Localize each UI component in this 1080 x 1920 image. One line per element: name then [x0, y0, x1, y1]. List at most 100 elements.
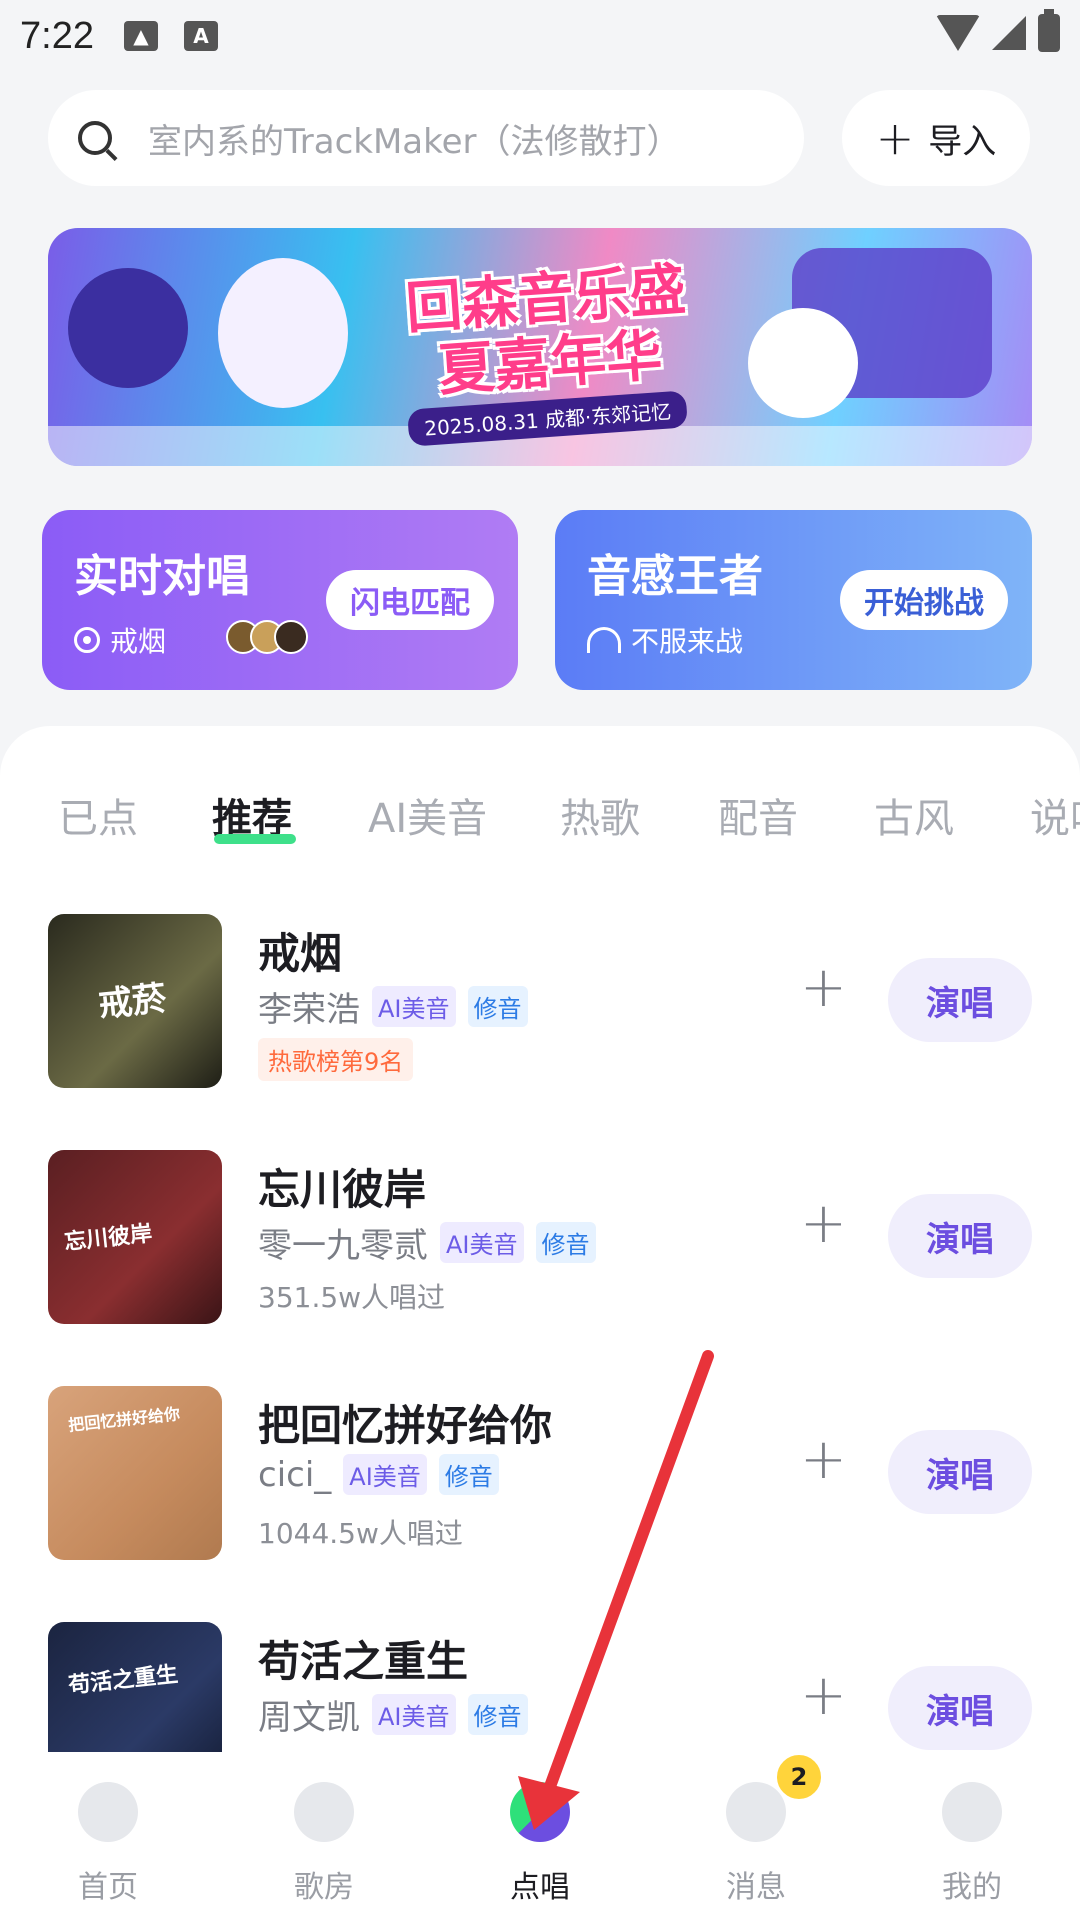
- duet-card-subtitle: 戒烟: [74, 620, 166, 660]
- pitch-fix-tag: 修音: [535, 1222, 596, 1263]
- song-meta: 周文凯 AI美音 修音: [258, 1690, 528, 1739]
- nav-label: 歌房: [294, 1870, 354, 1905]
- ai-voice-tag: AI美音: [372, 986, 456, 1027]
- sing-button[interactable]: 演唱: [888, 1666, 1032, 1750]
- unread-badge: 2: [774, 1752, 824, 1802]
- pitch-fix-tag: 修音: [467, 986, 528, 1027]
- active-tab-indicator: [214, 834, 296, 844]
- list-item[interactable]: 把回忆拼好给你 把回忆拼好给你 cici_ AI美音 修音 1044.5w人唱过…: [48, 1386, 1032, 1562]
- duet-song-label: 戒烟: [110, 625, 167, 658]
- search-placeholder: 室内系的TrackMaker（法修散打）: [148, 121, 681, 162]
- cover-text: 苟活之重生: [67, 1662, 180, 1699]
- pitch-fix-tag: 修音: [438, 1454, 499, 1495]
- album-cover: 苟活之重生: [48, 1622, 222, 1752]
- avatar-group: [226, 620, 308, 654]
- song-title: 忘川彼岸: [258, 1165, 427, 1214]
- artist-name: 李荣浩: [258, 990, 360, 1030]
- plus-icon: +: [875, 111, 915, 165]
- tab-ancient-style[interactable]: 古风: [874, 786, 954, 844]
- banner-decoration: [68, 268, 188, 388]
- song-title: 戒烟: [258, 929, 343, 978]
- promo-banner[interactable]: 回森音乐盛夏嘉年华 2025.08.31 成都·东郊记忆: [48, 228, 1032, 466]
- artist-name: cici_: [258, 1454, 332, 1495]
- sing-count: 1044.5w人唱过: [258, 1517, 463, 1550]
- start-challenge-button[interactable]: 开始挑战: [840, 570, 1008, 630]
- album-cover: 把回忆拼好给你: [48, 1386, 222, 1560]
- nav-messages[interactable]: 2 消息: [648, 1752, 864, 1920]
- sing-button[interactable]: 演唱: [888, 958, 1032, 1042]
- nav-karaoke-room[interactable]: 歌房: [216, 1752, 432, 1920]
- category-tabs: 已点 推荐 AI美音 热歌 配音 古风 说唱: [0, 786, 1080, 856]
- banner-title: 回森音乐盛夏嘉年华: [403, 257, 688, 404]
- music-note-icon: [294, 1782, 354, 1842]
- tab-ai-voice[interactable]: AI美音: [368, 786, 487, 844]
- nav-label: 消息: [726, 1870, 786, 1905]
- import-button[interactable]: + 导入: [842, 90, 1030, 186]
- duet-card[interactable]: 实时对唱 戒烟 闪电匹配: [42, 510, 518, 690]
- nav-label: 点唱: [510, 1870, 570, 1905]
- tab-hot-songs[interactable]: 热歌: [560, 786, 640, 844]
- status-right-icons: [936, 9, 1060, 52]
- add-button[interactable]: +: [800, 960, 847, 1016]
- banner-mascot-right: [748, 308, 858, 418]
- rhythm-card[interactable]: 音感王者 不服来战 开始挑战: [555, 510, 1032, 690]
- rhythm-sub-label: 不服来战: [631, 625, 744, 658]
- bottom-navigation: 首页 歌房 点唱 2 消息 我的: [0, 1752, 1080, 1920]
- song-list-panel: 已点 推荐 AI美音 热歌 配音 古风 说唱 戒菸 戒烟 李荣浩 AI美音 修音…: [0, 726, 1080, 1920]
- status-left-icons: ▲ A: [123, 21, 218, 51]
- tab-ordered[interactable]: 已点: [58, 786, 138, 844]
- sing-button[interactable]: 演唱: [888, 1194, 1032, 1278]
- song-title: 苟活之重生: [258, 1637, 469, 1686]
- add-button[interactable]: +: [800, 1196, 847, 1252]
- cover-text: 戒菸: [96, 978, 169, 1026]
- home-icon: [78, 1782, 138, 1842]
- nav-profile[interactable]: 我的: [864, 1752, 1080, 1920]
- nav-home[interactable]: 首页: [0, 1752, 216, 1920]
- disc-icon: [74, 627, 100, 653]
- album-cover: 忘川彼岸: [48, 1150, 222, 1324]
- add-button[interactable]: +: [800, 1668, 847, 1724]
- search-input[interactable]: 室内系的TrackMaker（法修散打）: [48, 90, 804, 186]
- list-item[interactable]: 戒菸 戒烟 李荣浩 AI美音 修音 热歌榜第9名 + 演唱: [48, 914, 1032, 1090]
- album-cover: 戒菸: [48, 914, 222, 1088]
- status-bar: 7:22 ▲ A: [0, 0, 1080, 72]
- ai-voice-tag: AI美音: [343, 1454, 427, 1495]
- cover-text: 忘川彼岸: [63, 1221, 154, 1256]
- quick-match-button[interactable]: 闪电匹配: [326, 570, 494, 630]
- sing-button[interactable]: 演唱: [888, 1430, 1032, 1514]
- image-icon: ▲: [123, 21, 158, 51]
- pitch-fix-tag: 修音: [467, 1694, 528, 1735]
- rhythm-card-title: 音感王者: [587, 551, 763, 602]
- artist-name: 周文凯: [258, 1698, 360, 1738]
- signal-icon: [992, 16, 1026, 50]
- add-button[interactable]: +: [800, 1432, 847, 1488]
- import-label: 导入: [928, 121, 997, 162]
- song-title: 把回忆拼好给你: [258, 1401, 553, 1450]
- tab-dubbing[interactable]: 配音: [718, 786, 798, 844]
- ai-voice-tag: AI美音: [372, 1694, 456, 1735]
- banner-mascot-left: [218, 258, 348, 408]
- avatar: [274, 620, 308, 654]
- artist-name: 零一九零贰: [258, 1226, 428, 1266]
- rank-badge: 热歌榜第9名: [258, 1038, 414, 1081]
- profile-icon: [942, 1782, 1002, 1842]
- battery-icon: [1038, 9, 1060, 52]
- message-icon: [726, 1782, 786, 1842]
- sing-icon: [510, 1782, 570, 1842]
- rhythm-card-subtitle: 不服来战: [587, 620, 743, 660]
- headphone-icon: [587, 627, 621, 653]
- wifi-icon: [936, 15, 980, 51]
- nav-label: 首页: [78, 1870, 138, 1905]
- ai-voice-tag: AI美音: [440, 1222, 524, 1263]
- duet-card-title: 实时对唱: [74, 551, 250, 602]
- status-time: 7:22: [20, 14, 94, 57]
- nav-sing[interactable]: 点唱: [432, 1752, 648, 1920]
- list-item[interactable]: 苟活之重生 苟活之重生 周文凯 AI美音 修音 + 演唱: [48, 1622, 1032, 1752]
- search-icon: [78, 121, 112, 155]
- cover-text: 把回忆拼好给你: [67, 1404, 181, 1435]
- song-meta: cici_ AI美音 修音: [258, 1454, 499, 1495]
- nav-label: 我的: [942, 1870, 1002, 1905]
- tab-rap[interactable]: 说唱: [1030, 786, 1080, 844]
- list-item[interactable]: 忘川彼岸 忘川彼岸 零一九零贰 AI美音 修音 351.5w人唱过 + 演唱: [48, 1150, 1032, 1326]
- sing-count: 351.5w人唱过: [258, 1281, 446, 1314]
